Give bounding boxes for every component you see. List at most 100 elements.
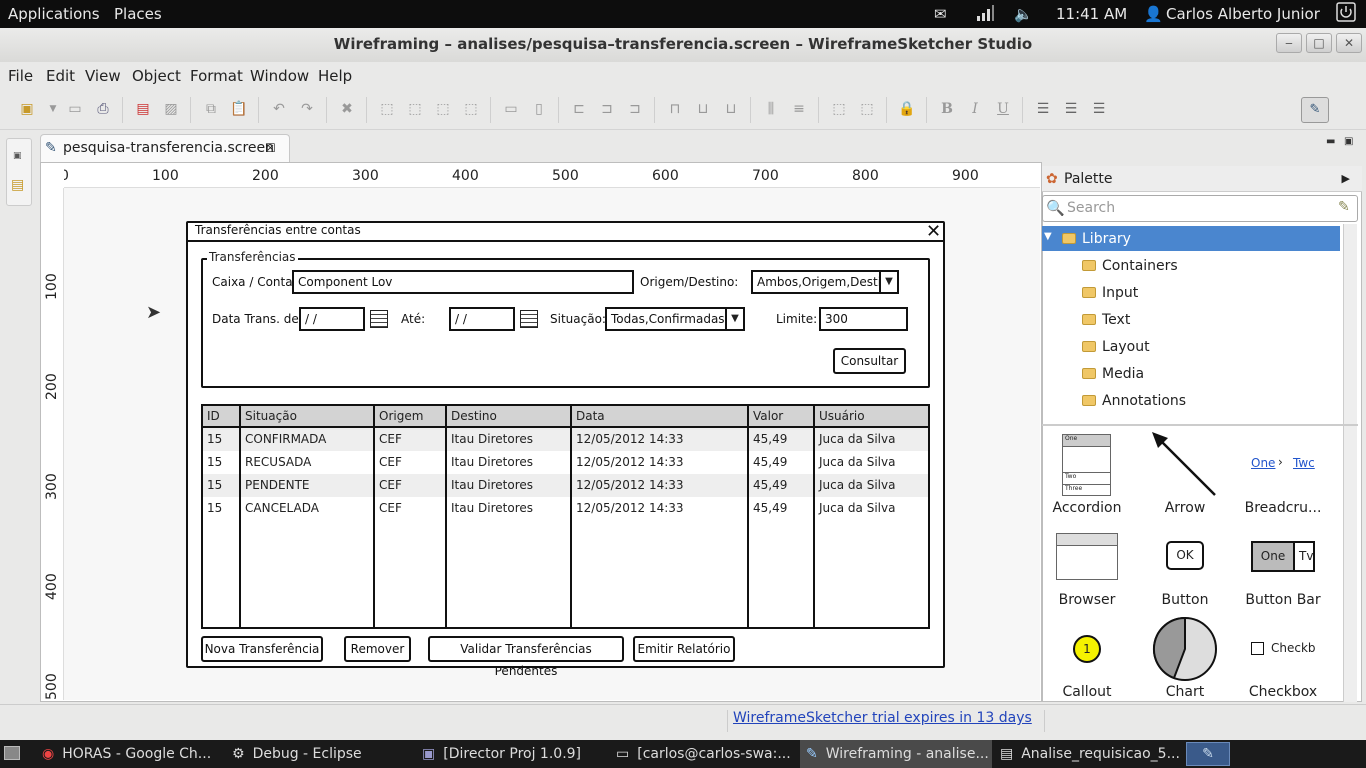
distribute-v-icon[interactable]: ≡ bbox=[790, 100, 808, 118]
size-icon[interactable]: ⬚ bbox=[830, 100, 848, 118]
delete-icon[interactable]: ✖ bbox=[338, 100, 356, 118]
clear-search-icon[interactable]: ✎ bbox=[1338, 199, 1350, 215]
minimize-button[interactable]: ‒ bbox=[1276, 33, 1302, 53]
tree-scrollbar[interactable] bbox=[1343, 224, 1357, 424]
palette-item-callout[interactable]: Callout bbox=[1042, 684, 1132, 700]
task-wireframing[interactable]: ✎ Wireframing - analise... bbox=[800, 740, 992, 768]
text-align-left-icon[interactable]: ☰ bbox=[1034, 100, 1052, 118]
wireframe-close-icon[interactable]: ✕ bbox=[926, 221, 941, 242]
align-left-icon[interactable]: ⊏ bbox=[570, 100, 588, 118]
bring-front-icon[interactable]: ⬚ bbox=[378, 100, 396, 118]
table-row[interactable]: 15 CANCELADA CEF Itau Diretores 12/05/20… bbox=[203, 497, 928, 520]
clock[interactable]: 11:41 AM bbox=[1056, 5, 1127, 23]
tree-item-containers[interactable]: Containers bbox=[1082, 258, 1178, 274]
palette-item-arrow[interactable]: Arrow bbox=[1140, 500, 1230, 516]
bring-forward-icon[interactable]: ⬚ bbox=[406, 100, 424, 118]
palette-item-accordion[interactable]: Accordion bbox=[1042, 500, 1132, 516]
limite-input[interactable]: 300 bbox=[819, 307, 908, 331]
align-bottom-icon[interactable]: ⊔ bbox=[722, 100, 740, 118]
network-icon[interactable] bbox=[976, 5, 994, 25]
workspace-switcher[interactable]: ✎ bbox=[1186, 742, 1230, 766]
emitir-relatorio-button[interactable]: Emitir Relatório bbox=[633, 636, 735, 662]
send-backward-icon[interactable]: ⬚ bbox=[434, 100, 452, 118]
export-icon[interactable]: ▨ bbox=[162, 100, 180, 118]
tree-item-input[interactable]: Input bbox=[1082, 285, 1138, 301]
button-preview[interactable]: OK bbox=[1166, 541, 1204, 570]
align-top-icon[interactable]: ⊓ bbox=[666, 100, 684, 118]
task-document[interactable]: ▤ Analise_requisicao_5... bbox=[996, 740, 1180, 768]
applications-menu[interactable]: Applications bbox=[8, 5, 100, 23]
user-name[interactable]: Carlos Alberto Junior bbox=[1166, 5, 1320, 23]
validar-button[interactable]: Validar Transferências Pendentes bbox=[428, 636, 624, 678]
column-header[interactable]: Origem bbox=[379, 409, 423, 423]
ungroup-icon[interactable]: ▯ bbox=[530, 100, 548, 118]
menu-view[interactable]: View bbox=[85, 67, 121, 85]
tab-close-icon[interactable]: ☒ bbox=[265, 135, 276, 161]
chart-preview[interactable] bbox=[1152, 616, 1218, 682]
palette-item-checkbox[interactable]: Checkbox bbox=[1238, 684, 1328, 700]
table-row[interactable]: 15 PENDENTE CEF Itau Diretores 12/05/201… bbox=[203, 474, 928, 497]
align-center-icon[interactable]: ⊐ bbox=[598, 100, 616, 118]
caixa-input[interactable]: Component Lov bbox=[292, 270, 634, 294]
callout-preview[interactable]: 1 bbox=[1073, 635, 1101, 663]
situacao-dropdown-icon[interactable]: ▼ bbox=[725, 307, 745, 331]
show-desktop-icon[interactable] bbox=[4, 746, 20, 760]
expand-icon[interactable]: ▼ bbox=[1044, 231, 1052, 242]
restore-icon[interactable]: ▣ bbox=[13, 151, 22, 161]
save-icon[interactable]: ▭ bbox=[66, 100, 84, 118]
italic-icon[interactable]: I bbox=[966, 100, 984, 118]
buttonbar-preview[interactable]: One Tv bbox=[1251, 541, 1315, 572]
trial-link[interactable]: WireframeSketcher trial expires in 13 da… bbox=[733, 710, 1032, 726]
editor-minimize-icon[interactable]: ▬ bbox=[1326, 136, 1335, 147]
column-header[interactable]: ID bbox=[207, 409, 220, 423]
volume-icon[interactable]: 🔈 bbox=[1014, 5, 1033, 23]
tree-item-annotations[interactable]: Annotations bbox=[1082, 393, 1186, 409]
editor-maximize-icon[interactable]: ▣ bbox=[1344, 136, 1353, 147]
menu-file[interactable]: File bbox=[8, 67, 33, 85]
palette-search-input[interactable]: Search bbox=[1042, 195, 1358, 222]
column-header[interactable]: Data bbox=[576, 409, 605, 423]
paste-icon[interactable]: 📋 bbox=[230, 100, 248, 118]
task-eclipse[interactable]: ⚙ Debug - Eclipse bbox=[228, 740, 408, 768]
results-table[interactable]: ID Situação Origem Destino Data Valor Us… bbox=[201, 404, 930, 629]
task-terminal[interactable]: ▭ [carlos@carlos-swa:... bbox=[612, 740, 796, 768]
pdf-icon[interactable]: ▤ bbox=[134, 100, 152, 118]
column-header[interactable]: Destino bbox=[451, 409, 497, 423]
palette-item-button[interactable]: Button bbox=[1140, 592, 1230, 608]
column-header[interactable]: Situação bbox=[245, 409, 297, 423]
redo-icon[interactable]: ↷ bbox=[298, 100, 316, 118]
maximize-button[interactable]: □ bbox=[1306, 33, 1332, 53]
palette-collapse-icon[interactable]: ▶ bbox=[1342, 166, 1350, 192]
new-dropdown-icon[interactable]: ▼ bbox=[44, 100, 62, 118]
copy-icon[interactable]: ⧉ bbox=[202, 100, 220, 118]
text-align-right-icon[interactable]: ☰ bbox=[1090, 100, 1108, 118]
calendar-icon[interactable] bbox=[370, 310, 388, 328]
nova-transferencia-button[interactable]: Nova Transferência bbox=[201, 636, 323, 662]
situacao-select[interactable]: Todas,Confirmadas,... bbox=[605, 307, 727, 331]
undo-icon[interactable]: ↶ bbox=[270, 100, 288, 118]
palette-items-scrollbar[interactable] bbox=[1343, 426, 1357, 702]
align-middle-icon[interactable]: ⊔ bbox=[694, 100, 712, 118]
palette-item-button-bar[interactable]: Button Bar bbox=[1238, 592, 1328, 608]
table-row[interactable]: 15 RECUSADA CEF Itau Diretores 12/05/201… bbox=[203, 451, 928, 474]
task-chrome[interactable]: ◉ HORAS - Google Ch... bbox=[38, 740, 220, 768]
arrow-preview[interactable] bbox=[1150, 430, 1220, 500]
underline-icon[interactable]: U bbox=[994, 100, 1012, 118]
palette-item-browser[interactable]: Browser bbox=[1042, 592, 1132, 608]
origem-dropdown-icon[interactable]: ▼ bbox=[879, 270, 899, 294]
send-back-icon[interactable]: ⬚ bbox=[462, 100, 480, 118]
menu-edit[interactable]: Edit bbox=[46, 67, 75, 85]
menu-help[interactable]: Help bbox=[318, 67, 352, 85]
checkbox-preview[interactable] bbox=[1251, 642, 1264, 655]
browser-preview[interactable] bbox=[1056, 533, 1118, 580]
origem-select[interactable]: Ambos,Origem,Destino bbox=[751, 270, 881, 294]
group-icon[interactable]: ▭ bbox=[502, 100, 520, 118]
data-input[interactable]: / / bbox=[299, 307, 365, 331]
menu-window[interactable]: Window bbox=[250, 67, 309, 85]
tree-item-media[interactable]: Media bbox=[1082, 366, 1144, 382]
calendar-icon[interactable] bbox=[520, 310, 538, 328]
consultar-button[interactable]: Consultar bbox=[833, 348, 906, 374]
remover-button[interactable]: Remover bbox=[344, 636, 411, 662]
tree-item-library[interactable]: Library bbox=[1062, 231, 1131, 247]
mail-icon[interactable]: ✉ bbox=[934, 5, 947, 23]
